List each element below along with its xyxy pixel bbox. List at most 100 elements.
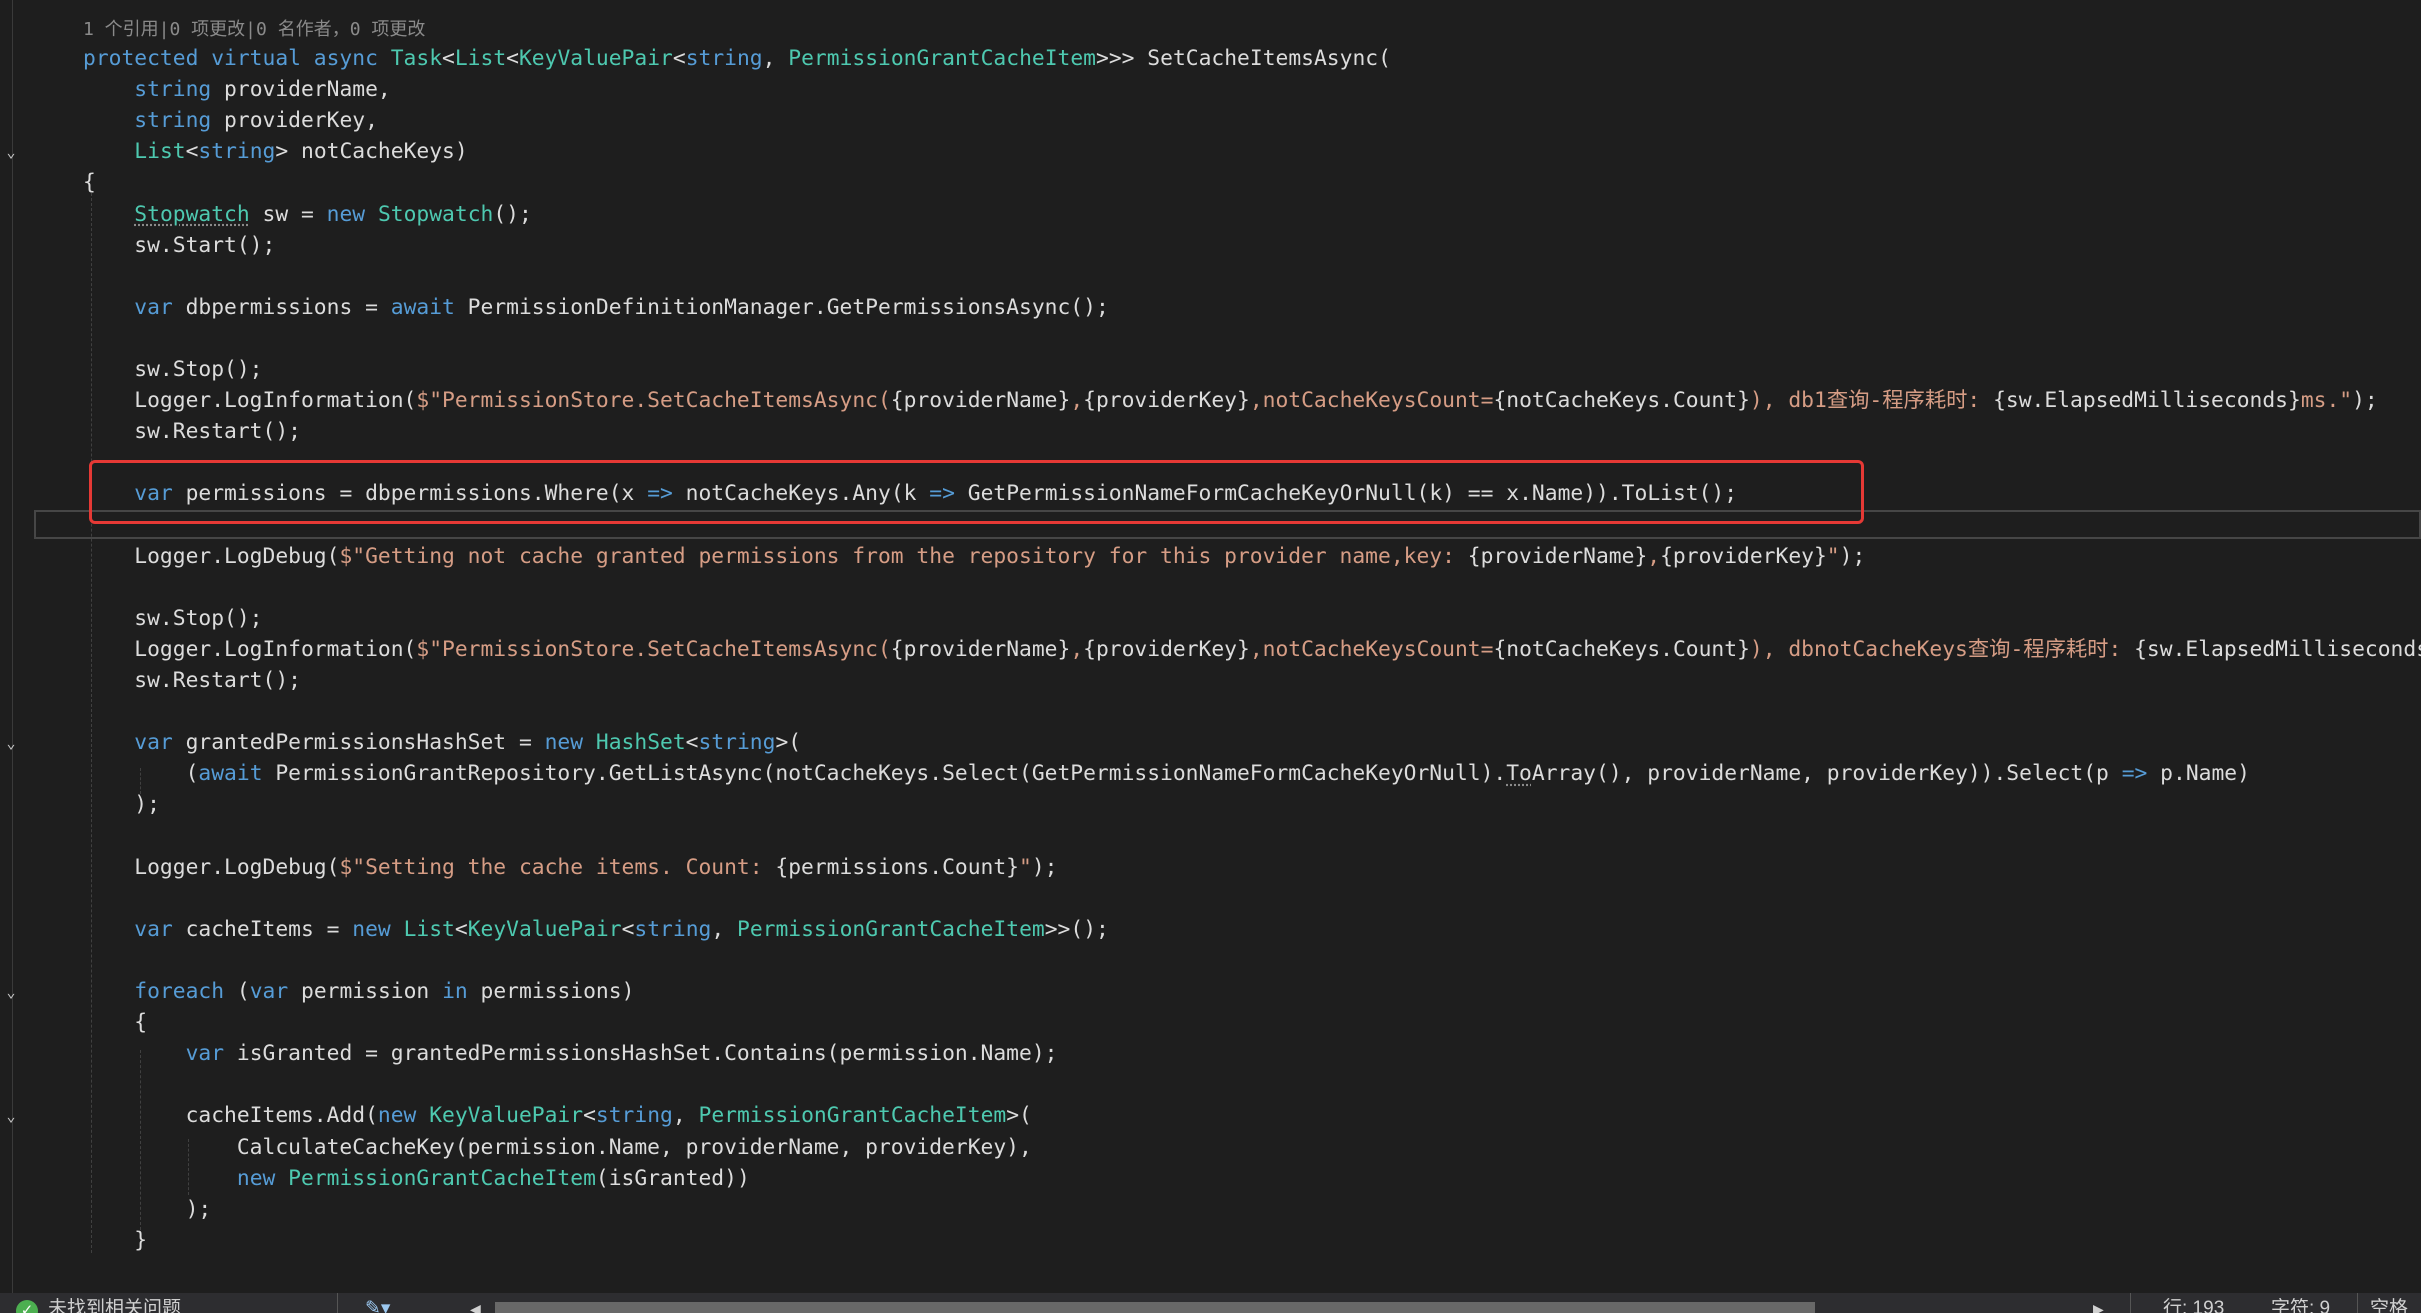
scrollbar-thumb[interactable] — [495, 1302, 1815, 1313]
code-line[interactable]: } — [83, 1225, 147, 1256]
code-token: permissions) — [467, 979, 635, 1004]
code-line[interactable]: var cacheItems = new List<KeyValuePair<s… — [83, 914, 1109, 945]
code-token: ), db1查询-程序耗时: — [1749, 388, 1994, 414]
brush-icon[interactable]: ✎▾ — [365, 1293, 390, 1313]
scroll-right-icon[interactable]: ▶ — [2093, 1293, 2104, 1313]
code-token: List — [454, 46, 507, 71]
line-number-status[interactable]: 行: 193 — [2163, 1293, 2224, 1313]
code-line[interactable]: new PermissionGrantCacheItem(isGranted)) — [83, 1163, 750, 1194]
code-line[interactable]: foreach (var permission in permissions) — [83, 976, 634, 1007]
code-line[interactable]: Logger.LogDebug($"Getting not cache gran… — [83, 541, 1865, 572]
code-line[interactable]: string providerName, — [83, 74, 390, 105]
char-number-status[interactable]: 字符: 9 — [2271, 1293, 2330, 1313]
code-token: HashSet — [595, 730, 686, 756]
code-token: ); — [83, 1196, 212, 1222]
code-token: p.Name) — [2147, 761, 2250, 787]
highlight-annotation-box — [89, 460, 1864, 524]
code-token: PermissionGrantCacheItem — [698, 1103, 1007, 1129]
code-token: < — [454, 916, 468, 942]
code-token: var — [134, 730, 173, 756]
code-line[interactable]: sw.Start(); — [83, 230, 275, 261]
code-token: PermissionGrantCacheItem — [288, 1165, 596, 1191]
code-line[interactable]: sw.Stop(); — [83, 603, 263, 634]
code-token: PermissionGrantCacheItem — [737, 916, 1045, 942]
code-token: > notCacheKeys) — [275, 139, 468, 165]
horizontal-scrollbar[interactable] — [495, 1302, 1815, 1313]
code-token: in — [442, 979, 468, 1004]
code-token: sw.Stop(); — [83, 605, 263, 631]
code-line[interactable]: List<string> notCacheKeys) — [83, 136, 468, 167]
code-line[interactable]: Logger.LogInformation($"PermissionStore.… — [83, 385, 2378, 416]
code-token: {providerName} — [1467, 543, 1648, 569]
whitespace-status[interactable]: 空格 — [2370, 1293, 2408, 1313]
code-token: PermissionGrantCacheItem — [788, 46, 1097, 71]
issues-status[interactable]: 未找到相关问题 — [48, 1293, 181, 1313]
code-line[interactable]: string providerKey, — [83, 105, 378, 136]
code-line[interactable]: sw.Restart(); — [83, 416, 301, 447]
code-line[interactable]: Stopwatch sw = new Stopwatch(); — [83, 199, 532, 230]
code-line[interactable]: var grantedPermissionsHashSet = new Hash… — [83, 727, 801, 758]
scroll-left-icon[interactable]: ◀ — [470, 1293, 481, 1313]
code-line[interactable]: { — [83, 167, 96, 198]
code-token: Logger.LogDebug( — [83, 543, 340, 569]
divider — [2357, 1293, 2358, 1313]
code-line[interactable]: protected virtual async Task<List<KeyVal… — [83, 43, 1391, 74]
code-token: {notCacheKeys.Count} — [1493, 636, 1750, 662]
code-token: var — [134, 294, 173, 320]
code-token: foreach — [134, 979, 225, 1004]
code-token: sw.Restart(); — [83, 419, 301, 445]
code-token: Stopwatch — [377, 201, 494, 227]
code-line[interactable]: (await PermissionGrantRepository.GetList… — [83, 758, 2250, 789]
code-token: ,notCacheKeysCount= — [1249, 636, 1494, 662]
code-token: cacheItems.Add( — [83, 1103, 378, 1129]
code-line[interactable]: sw.Stop(); — [83, 354, 262, 385]
code-token: ); — [2352, 388, 2378, 414]
code-token: string — [134, 108, 212, 134]
code-token: , — [1070, 388, 1084, 414]
code-token: < — [506, 46, 519, 71]
code-line[interactable]: Logger.LogInformation($"PermissionStore.… — [83, 634, 2421, 665]
code-lines[interactable]: protected virtual async Task<List<KeyVal… — [0, 0, 2421, 1293]
code-line[interactable]: CalculateCacheKey(permission.Name, provi… — [83, 1132, 1032, 1163]
code-token: < — [672, 46, 686, 71]
code-line[interactable]: { — [83, 1007, 147, 1038]
code-token: {providerKey} — [1083, 388, 1250, 414]
code-token: ms." — [2300, 388, 2353, 414]
code-token: < — [442, 46, 455, 71]
code-line[interactable]: sw.Restart(); — [83, 665, 301, 696]
code-token: await — [198, 761, 263, 787]
code-token: $"Setting the cache items. Count: — [339, 854, 776, 880]
code-line[interactable]: ); — [83, 789, 160, 820]
code-token: new — [352, 916, 404, 942]
code-editor[interactable]: ⌄ ⌄ ⌄ ⌄ 1 个引用|0 项更改|0 名作者，0 项更改 protecte… — [0, 0, 2421, 1293]
code-token: PermissionGrantRepository.GetListAsync(n… — [262, 761, 1507, 787]
code-token: PermissionDefinitionManager.GetPermissio… — [454, 294, 1109, 320]
code-token: {providerName} — [890, 636, 1071, 662]
code-token: KeyValuePair — [467, 916, 622, 942]
code-token: $"PermissionStore.SetCacheItemsAsync( — [416, 636, 891, 662]
code-token: ,notCacheKeysCount= — [1249, 388, 1494, 414]
code-token: ( — [83, 761, 199, 787]
code-line[interactable]: Logger.LogDebug($"Setting the cache item… — [83, 852, 1057, 883]
code-line[interactable]: ); — [83, 1194, 212, 1225]
code-token: {notCacheKeys.Count} — [1493, 388, 1750, 414]
code-line[interactable]: var dbpermissions = await PermissionDefi… — [83, 292, 1109, 323]
code-line[interactable]: var isGranted = grantedPermissionsHashSe… — [83, 1038, 1058, 1069]
code-token: , — [762, 46, 789, 71]
code-token: new — [236, 1165, 289, 1191]
code-token: new — [326, 201, 378, 227]
code-token: string — [685, 46, 763, 71]
code-token: ); — [1839, 543, 1866, 569]
code-token: { — [83, 1010, 148, 1036]
code-token: >( — [1006, 1103, 1032, 1129]
code-line[interactable]: cacheItems.Add(new KeyValuePair<string, … — [83, 1100, 1032, 1131]
code-token: await — [390, 294, 455, 320]
code-token: List — [403, 916, 455, 942]
code-token: string — [595, 1103, 673, 1129]
code-token: < — [685, 730, 699, 756]
code-token: " — [1019, 854, 1032, 880]
code-token: , — [672, 1103, 699, 1129]
